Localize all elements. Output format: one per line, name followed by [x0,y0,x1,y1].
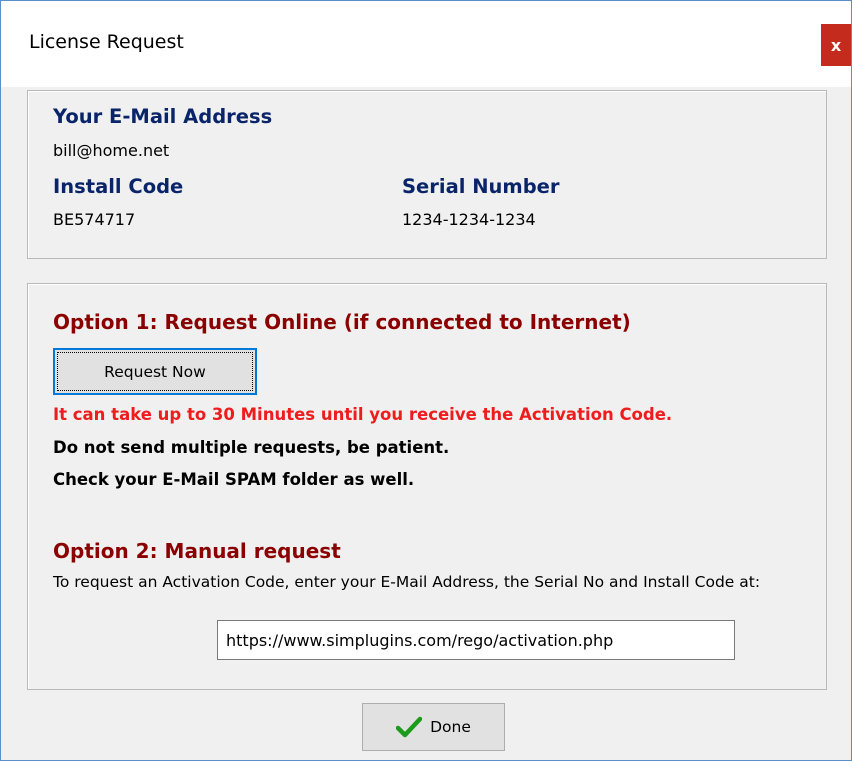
activation-time-warning: It can take up to 30 Minutes until you r… [53,405,673,424]
manual-request-description: To request an Activation Code, enter you… [53,573,761,591]
serial-number-label: Serial Number [402,175,560,198]
license-request-dialog: License Request x Your E-Mail Address bi… [0,0,852,761]
request-now-label: Request Now [57,352,253,391]
install-code-label: Install Code [53,175,184,198]
email-label: Your E-Mail Address [53,105,273,128]
option1-heading: Option 1: Request Online (if connected t… [53,310,631,334]
serial-number-value: 1234-1234-1234 [402,210,536,229]
patience-note: Do not send multiple requests, be patien… [53,438,450,457]
option2-heading: Option 2: Manual request [53,539,341,563]
request-now-button[interactable]: Request Now [53,348,257,395]
activation-url-field[interactable]: https://www.simplugins.com/rego/activati… [217,620,735,660]
checkmark-icon [396,716,423,738]
window-title: License Request [29,31,184,53]
spam-folder-note: Check your E-Mail SPAM folder as well. [53,470,415,489]
done-label: Done [430,718,471,736]
title-bar[interactable]: License Request x [1,1,851,87]
email-value: bill@home.net [53,141,170,160]
close-button[interactable]: x [821,24,851,66]
done-button[interactable]: Done [362,703,505,751]
activation-url-text: https://www.simplugins.com/rego/activati… [226,630,614,650]
install-code-value: BE574717 [53,210,136,229]
close-icon: x [830,35,842,55]
